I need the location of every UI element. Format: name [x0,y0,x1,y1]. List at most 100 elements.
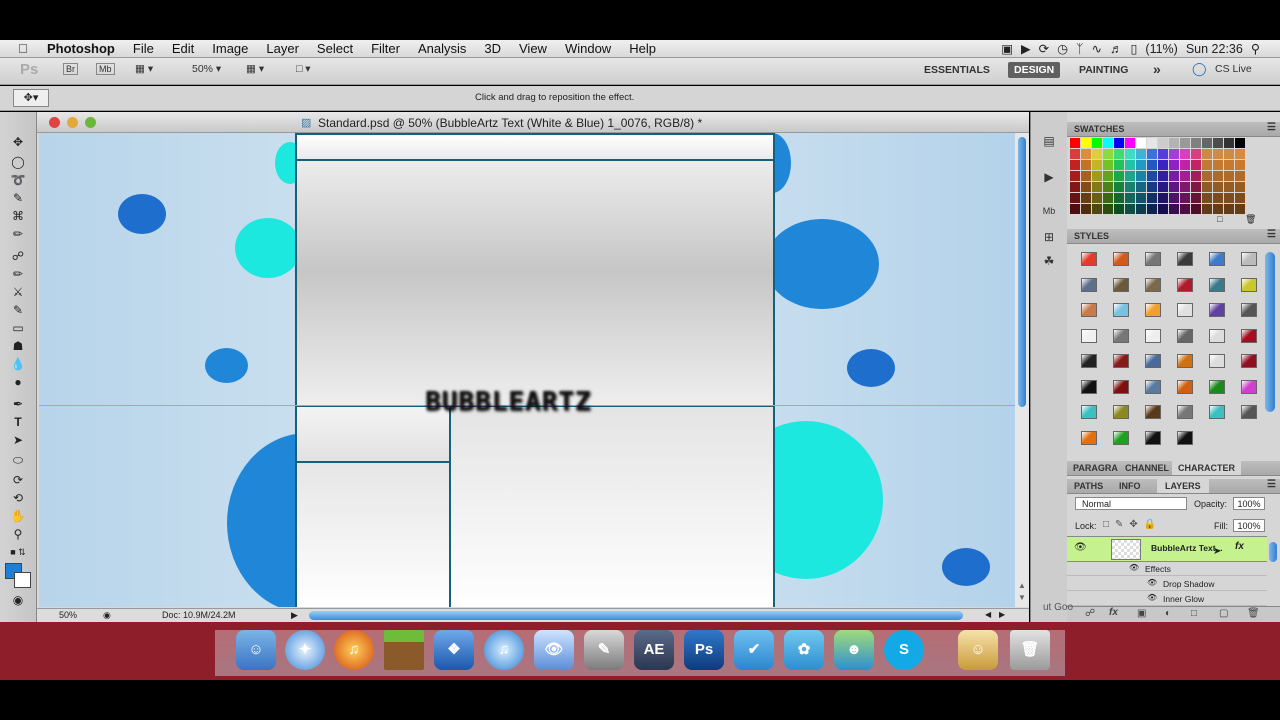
status-menu-arrow-icon[interactable]: ▶ [291,610,298,621]
tab-character[interactable]: CHARACTER [1172,461,1241,475]
color-swatch[interactable] [1202,160,1212,170]
color-swatch[interactable] [1180,160,1190,170]
color-swatch[interactable] [1092,182,1102,192]
color-swatch[interactable] [1202,182,1212,192]
color-swatch[interactable] [1125,160,1135,170]
tab-swatches[interactable]: SWATCHES [1074,124,1124,134]
color-swatch[interactable] [1136,160,1146,170]
sync-icon[interactable]: ⟳ [1039,41,1049,56]
mini-bridge-panel-icon[interactable]: Mb [1040,206,1058,222]
color-swatch[interactable] [1224,149,1234,159]
color-swatch[interactable] [1136,182,1146,192]
crop-tool-icon[interactable]: ⌘ [9,208,27,224]
vertical-scrollbar[interactable]: ▲ ▼ [1015,133,1029,607]
bubbleartz-canvas-text[interactable]: BUBBLEARTZ [425,387,655,417]
color-swatch[interactable] [1070,138,1080,148]
color-swatch[interactable] [1092,171,1102,181]
color-swatch[interactable] [1103,149,1113,159]
paint-bucket-tool-icon[interactable]: ☗ [9,338,27,354]
color-swatch[interactable] [1092,160,1102,170]
color-swatch[interactable] [1125,204,1135,214]
history-panel-icon[interactable]: ▤ [1040,134,1058,150]
style-preset[interactable] [1113,354,1129,368]
menu-analysis[interactable]: Analysis [409,41,475,56]
style-preset[interactable] [1081,354,1097,368]
color-swatch[interactable] [1125,171,1135,181]
style-preset[interactable] [1113,303,1129,317]
vertical-scroll-thumb[interactable] [1018,137,1026,407]
photoshop-dock-icon[interactable]: Ps [684,630,724,670]
style-preset[interactable] [1177,405,1193,419]
style-preset[interactable] [1209,354,1225,368]
color-swatch[interactable] [1235,160,1245,170]
tab-channels[interactable]: CHANNEL [1125,463,1169,473]
color-swatch[interactable] [1092,193,1102,203]
color-swatch[interactable] [1180,182,1190,192]
color-swatch[interactable] [1224,171,1234,181]
style-preset[interactable] [1145,354,1161,368]
color-swatch[interactable] [1191,193,1201,203]
horizontal-scroll-thumb[interactable] [309,611,963,620]
style-preset[interactable] [1241,405,1257,419]
workspace-painting[interactable]: PAINTING [1079,64,1128,76]
more-workspaces-button[interactable]: » [1153,61,1161,77]
hand-tool-icon[interactable]: ✋ [9,508,27,524]
style-preset[interactable] [1145,252,1161,266]
minecraft-icon[interactable] [384,630,424,670]
view-extras-icon[interactable]: ▦ ▾ [135,63,153,75]
color-swatch[interactable] [1224,160,1234,170]
style-preset[interactable] [1177,354,1193,368]
style-preset[interactable] [1177,252,1193,266]
color-swatch[interactable] [1180,204,1190,214]
brush-tool-icon[interactable]: ✏ [9,266,27,282]
delete-swatch-icon[interactable]: 🗑 [1245,214,1256,225]
color-swatch[interactable] [1147,182,1157,192]
zoom-window-button[interactable] [85,117,96,128]
screen-mode-icon[interactable]: □ ▾ [296,63,311,75]
layer-name[interactable]: BubbleArtz Text... [1151,543,1223,553]
workspace-design[interactable]: DESIGN [1008,62,1061,78]
cs-live-button[interactable]: CS Live [1215,63,1252,75]
link-layers-icon[interactable]: ☍ [1085,608,1095,619]
color-swatch[interactable] [1081,138,1091,148]
quick-mask-icon[interactable]: ◉ [9,592,27,608]
color-swatch[interactable] [1092,138,1102,148]
color-swatch[interactable] [1070,182,1080,192]
color-swatch[interactable] [1169,138,1179,148]
color-swatch[interactable] [1213,138,1223,148]
style-preset[interactable] [1241,328,1257,343]
style-preset[interactable] [1145,277,1161,292]
move-tool-icon[interactable]: ✥ [9,134,27,150]
style-preset[interactable] [1081,430,1097,445]
color-swatch[interactable] [1191,138,1201,148]
effect-row-inner-glow[interactable]: 👁 Inner Glow [1067,591,1267,606]
color-swatch[interactable] [1081,171,1091,181]
color-swatch[interactable] [1136,149,1146,159]
safari-icon[interactable]: ✦ [285,630,325,670]
tab-styles[interactable]: STYLES [1074,231,1109,241]
status-zoom[interactable]: 50% [59,610,77,620]
color-swatch[interactable] [1092,149,1102,159]
color-swatch[interactable] [1191,160,1201,170]
arrange-documents-icon[interactable]: ▦ ▾ [246,63,264,75]
color-swatch[interactable] [1125,182,1135,192]
menu-image[interactable]: Image [203,41,257,56]
marquee-tool-icon[interactable]: ◯ [9,154,27,170]
document-canvas[interactable]: BUBBLEARTZ [39,133,1015,607]
color-swatch[interactable] [1114,171,1124,181]
color-swatch[interactable] [1070,193,1080,203]
style-preset[interactable] [1241,354,1257,368]
panel-menu-icon[interactable]: ☰ [1267,229,1276,240]
style-preset[interactable] [1113,252,1129,266]
color-swatch[interactable] [1213,149,1223,159]
quick-select-tool-icon[interactable]: ✎ [9,190,27,206]
style-preset[interactable] [1081,277,1097,292]
style-preset[interactable] [1081,379,1097,394]
menubar-clock[interactable]: Sun 22:36 [1186,42,1243,56]
style-preset[interactable] [1081,405,1097,419]
color-swatch[interactable] [1070,204,1080,214]
scroll-down-arrow-icon[interactable]: ▼ [1018,593,1026,602]
add-layer-style-icon[interactable]: fx [1109,607,1118,618]
style-preset[interactable] [1113,277,1129,292]
audacity-icon[interactable]: ♫ [334,630,374,670]
